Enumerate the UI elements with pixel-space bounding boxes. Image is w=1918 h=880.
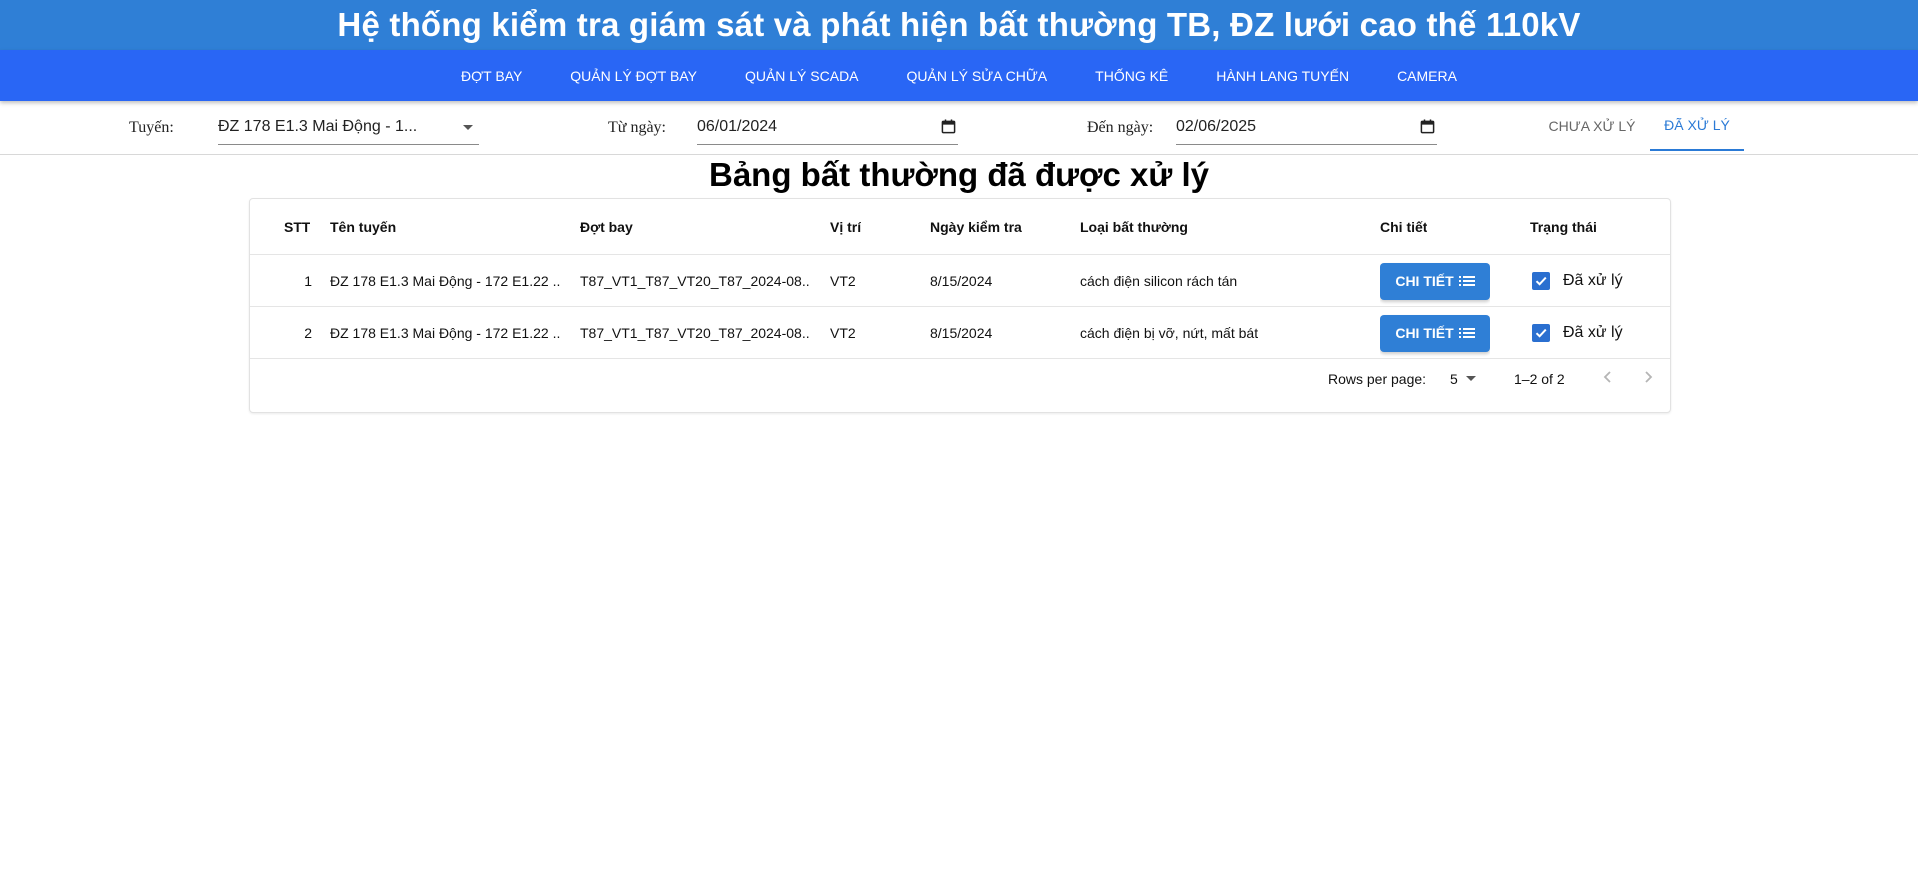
table-row: 1 ĐZ 178 E1.3 Mai Động - 172 E1.22 ... T… [250,255,1670,307]
status-toggle[interactable]: Đã xử lý [1532,272,1623,290]
table-pagination: Rows per page: 5 1–2 of 2 [250,347,1670,413]
main-nav: ĐỢT BAY QUẢN LÝ ĐỢT BAY QUẢN LÝ SCADA QU… [0,50,1918,101]
from-date-input[interactable]: 06/01/2024 [697,110,958,145]
next-page-button[interactable] [1641,369,1655,388]
detail-button[interactable]: CHI TIẾT [1380,262,1490,300]
column-header-status[interactable]: Trạng thái [1530,199,1597,255]
nav-item-hanh-lang-tuyen[interactable]: HÀNH LANG TUYẾN [1192,68,1373,84]
filter-bar: Tuyến: ĐZ 178 E1.3 Mai Động - 1... Từ ng… [0,101,1918,155]
chevron-down-icon [463,125,473,130]
status-toggle[interactable]: Đã xử lý [1532,324,1623,342]
line-select-value: ĐZ 178 E1.3 Mai Động - 1... [218,118,418,135]
column-header-stt[interactable]: STT [284,199,310,255]
line-select[interactable]: ĐZ 178 E1.3 Mai Động - 1... [218,110,479,145]
rows-per-page-select[interactable]: 5 [1450,371,1476,387]
column-header-detail: Chi tiết [1380,219,1428,235]
check-icon [1535,328,1547,338]
anomaly-table: STT Tên tuyến Đợt bay Vị trí Ngày kiểm t… [249,198,1671,413]
column-header-date[interactable]: Ngày kiểm tra [930,199,1022,255]
row-detail-cell: CHI TIẾT [1380,255,1490,307]
table-heading: Bảng bất thường đã được xử lý [709,156,1209,193]
nav-item-quan-ly-sua-chua[interactable]: QUẢN LÝ SỬA CHỮA [883,68,1072,84]
table-header-row: STT Tên tuyến Đợt bay Vị trí Ngày kiểm t… [250,199,1670,255]
nav-item-quan-ly-dot-bay[interactable]: QUẢN LÝ ĐỢT BAY [546,68,721,84]
line-label: Tuyến: [129,119,174,136]
status-checkbox[interactable] [1532,324,1550,342]
chevron-down-icon [1465,376,1476,381]
list-icon [1458,276,1475,286]
row-stt: 1 [304,273,312,289]
calendar-icon[interactable] [941,119,956,134]
to-date-label: Đến ngày: [1087,119,1154,136]
chevron-right-icon [1645,371,1653,383]
nav-item-quan-ly-scada[interactable]: QUẢN LÝ SCADA [721,68,883,84]
rows-per-page-label: Rows per page: [1328,371,1427,387]
detail-button[interactable]: CHI TIẾT [1380,314,1490,352]
list-icon [1458,328,1475,338]
row-flight: T87_VT1_T87_VT20_T87_2024-08... [580,273,810,289]
column-header-line[interactable]: Tên tuyến [330,199,396,255]
previous-page-button[interactable] [1601,369,1615,388]
status-checkbox[interactable] [1532,272,1550,290]
from-date-value: 06/01/2024 [697,118,778,135]
status-label: Đã xử lý [1563,272,1623,289]
row-date: 8/15/2024 [930,273,993,289]
tab-da-xu-ly[interactable]: ĐÃ XỬ LÝ [1650,101,1744,151]
to-date-value: 02/06/2025 [1176,118,1257,135]
detail-button-label: CHI TIẾT [1395,273,1454,289]
nav-item-thong-ke[interactable]: THỐNG KÊ [1071,68,1192,84]
from-date-label: Từ ngày: [608,119,666,136]
app-title: Hệ thống kiểm tra giám sát và phát hiện … [337,6,1581,43]
nav-item-camera[interactable]: CAMERA [1373,68,1481,84]
to-date-input[interactable]: 02/06/2025 [1176,110,1437,145]
status-label: Đã xử lý [1563,324,1623,341]
row-type: cách điện silicon rách tán [1080,273,1238,289]
detail-button-label: CHI TIẾT [1395,325,1454,341]
chevron-left-icon [1603,371,1611,383]
nav-item-dot-bay[interactable]: ĐỢT BAY [437,68,546,84]
calendar-icon[interactable] [1420,119,1435,134]
row-line: ĐZ 178 E1.3 Mai Động - 172 E1.22 ... [330,273,560,289]
column-header-type[interactable]: Loại bất thường [1080,199,1188,255]
row-position: VT2 [830,273,856,289]
app-title-bar: Hệ thống kiểm tra giám sát và phát hiện … [0,0,1918,50]
tab-chua-xu-ly[interactable]: CHƯA XỬ LÝ [1538,101,1646,151]
column-header-position[interactable]: Vị trí [830,199,861,255]
rows-per-page-value: 5 [1450,371,1458,387]
column-header-flight[interactable]: Đợt bay [580,199,633,255]
check-icon [1535,276,1547,286]
row-status-cell: Đã xử lý [1532,255,1623,307]
pagination-range: 1–2 of 2 [1514,371,1565,387]
